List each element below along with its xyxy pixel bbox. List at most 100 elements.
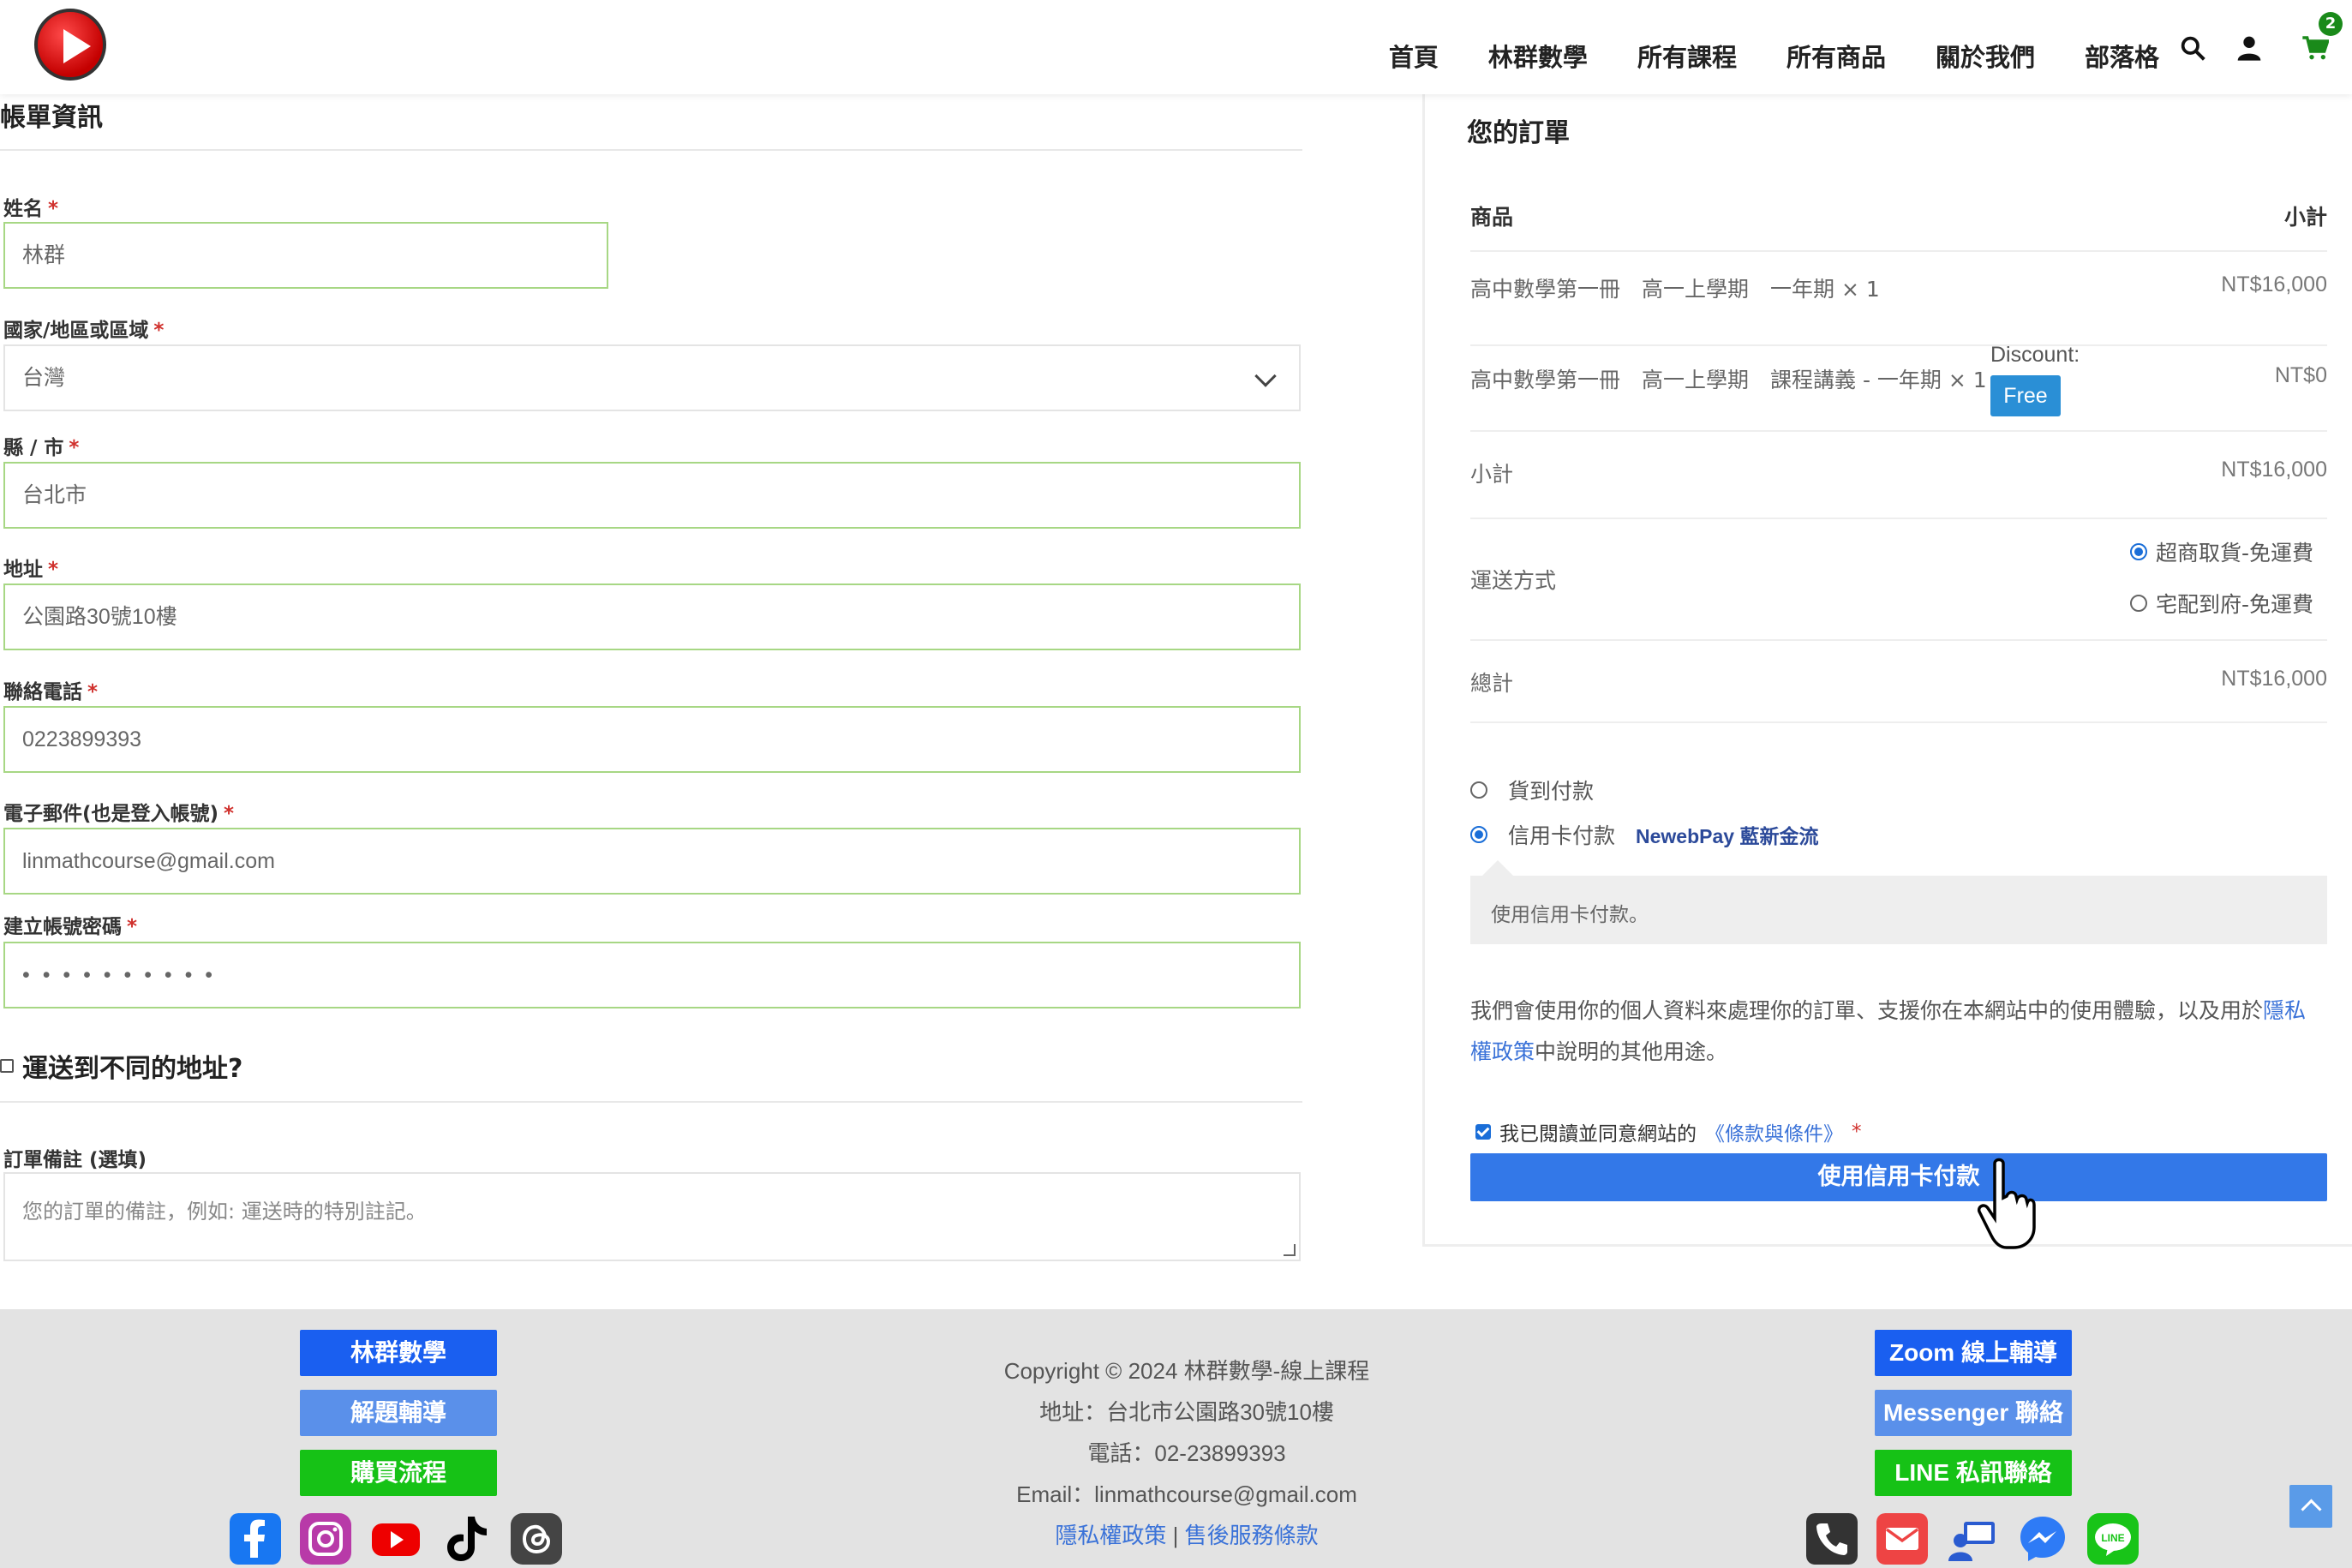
privacy-notice: 我們會使用你的個人資料來處理你的訂單、支援你在本網站中的使用體驗，以及用於隱私權…: [1470, 990, 2327, 1073]
city-label: 縣 / 市 *: [3, 431, 79, 460]
item-price: NT$16,000: [2221, 272, 2327, 296]
footer-service-link[interactable]: 售後服務條款: [1185, 1523, 1319, 1548]
terms-link[interactable]: 《條款與條件》: [1705, 1117, 1843, 1146]
footer-privacy-link[interactable]: 隱私權政策: [1055, 1523, 1166, 1548]
radio-unselected[interactable]: [2129, 595, 2147, 612]
footer-btn-tutoring[interactable]: 解題輔導: [300, 1390, 497, 1436]
site-header: 首頁 林群數學 所有課程 所有商品 關於我們 部落格 2: [0, 0, 2352, 94]
video-call-icon[interactable]: [1947, 1513, 1998, 1565]
copyright: Copyright © 2024 林群數學-線上課程: [1003, 1358, 1370, 1384]
free-badge: Free: [1990, 375, 2061, 416]
youtube-icon[interactable]: [370, 1513, 422, 1565]
site-logo[interactable]: [34, 9, 106, 81]
nav-linmath[interactable]: 林群數學: [1488, 38, 1588, 74]
main-nav: 首頁 林群數學 所有課程 所有商品 關於我們 部落格: [1389, 38, 2159, 74]
nav-products[interactable]: 所有商品: [1786, 38, 1886, 74]
privacy-text: 中說明的其他用途。: [1535, 1039, 1728, 1064]
nav-home[interactable]: 首頁: [1389, 38, 1439, 74]
terms-agreement[interactable]: 我已閱讀並同意網站的 《條款與條件》 *: [1475, 1117, 1862, 1146]
shipping-option-home[interactable]: 宅配到府-免運費: [2129, 588, 2313, 619]
ship-different-label: 運送到不同的地址?: [22, 1054, 243, 1084]
shipping-label: 運送方式: [1470, 568, 1557, 593]
name-label: 姓名 *: [3, 192, 58, 221]
svg-text:LINE: LINE: [2101, 1532, 2124, 1544]
privacy-text: 我們會使用你的個人資料來處理你的訂單、支援你在本網站中的使用體驗，以及用於: [1470, 998, 2264, 1023]
separator: |: [1172, 1523, 1179, 1548]
password-label-text: 建立帳號密碼: [3, 916, 122, 938]
footer-btn-purchase-flow[interactable]: 購買流程: [300, 1450, 497, 1496]
city-label-text: 縣 / 市: [3, 437, 64, 459]
order-item-row: 高中數學第一冊 高一上學期 一年期 × 1 NT$16,000: [1470, 252, 2327, 346]
order-table-header: 商品 小計: [1470, 189, 2327, 252]
required-mark: *: [48, 559, 59, 581]
resize-handle[interactable]: [1284, 1244, 1296, 1256]
notes-label: 訂單備註 (選填): [3, 1149, 147, 1171]
scroll-to-top-button[interactable]: [2289, 1485, 2332, 1528]
ship-different-address[interactable]: 運送到不同的地址?: [0, 1047, 242, 1085]
discount-label: Discount:: [1990, 343, 2080, 367]
footer-btn-line[interactable]: LINE 私訊聯絡: [1875, 1450, 2072, 1496]
newebpay-logo: NewebPay 藍新金流: [1636, 825, 1819, 847]
nav-blog[interactable]: 部落格: [2085, 38, 2159, 74]
country-select[interactable]: 台灣: [3, 344, 1301, 411]
tiktok-icon[interactable]: [440, 1513, 492, 1565]
order-notes-textarea[interactable]: 您的訂單的備註，例如: 運送時的特別註記。: [3, 1172, 1301, 1261]
threads-icon[interactable]: [511, 1513, 562, 1565]
payment-cod-label: 貨到付款: [1508, 779, 1595, 804]
hand-cursor-icon: [1977, 1158, 2036, 1249]
email-label-text: 電子郵件(也是登入帳號): [3, 803, 219, 825]
nav-courses[interactable]: 所有課程: [1637, 38, 1737, 74]
payment-card-option[interactable]: 信用卡付款 NewebPay 藍新金流: [1470, 819, 1818, 850]
order-item-row: 高中數學第一冊 高一上學期 課程講義 - 一年期 × 1 NT$0: [1470, 346, 2327, 432]
shipping-option-label: 宅配到府-免運費: [2155, 592, 2313, 617]
email-field[interactable]: linmathcourse@gmail.com: [3, 828, 1301, 895]
cart-icon[interactable]: [2301, 34, 2329, 62]
required-mark: *: [127, 916, 138, 938]
footer-address: 地址：台北市公園路30號10樓: [1039, 1399, 1334, 1425]
shipping-option-cvs[interactable]: 超商取貨-免運費: [2129, 536, 2313, 567]
total-value: NT$16,000: [2221, 667, 2327, 691]
footer-btn-messenger[interactable]: Messenger 聯絡: [1875, 1390, 2072, 1436]
footer-info: Copyright © 2024 林群數學-線上課程 地址：台北市公園路30號1…: [917, 1350, 1457, 1556]
address-label: 地址 *: [3, 553, 58, 582]
chevron-down-icon: [1254, 365, 1277, 387]
account-icon[interactable]: [2235, 34, 2263, 62]
city-field[interactable]: 台北市: [3, 462, 1301, 529]
country-label: 國家/地區或區域 *: [3, 314, 164, 343]
footer-btn-zoom[interactable]: Zoom 線上輔導: [1875, 1330, 2072, 1376]
play-icon: [63, 29, 91, 63]
subtotal-row: 小計 NT$16,000: [1470, 432, 2327, 519]
place-order-button[interactable]: 使用信用卡付款: [1470, 1153, 2327, 1201]
messenger-icon[interactable]: [2017, 1513, 2068, 1565]
ship-different-checkbox[interactable]: [0, 1059, 14, 1073]
name-label-text: 姓名: [3, 198, 43, 220]
address-field[interactable]: 公園路30號10樓: [3, 584, 1301, 650]
radio-unselected[interactable]: [1470, 781, 1487, 799]
notes-placeholder: 您的訂單的備註，例如: 運送時的特別註記。: [22, 1200, 427, 1224]
phone-icon[interactable]: [1806, 1513, 1858, 1565]
facebook-icon[interactable]: [230, 1513, 281, 1565]
radio-selected[interactable]: [2129, 543, 2147, 560]
terms-checkbox[interactable]: [1475, 1124, 1491, 1140]
payment-cod-option[interactable]: 貨到付款: [1470, 775, 1594, 805]
mail-icon[interactable]: [1876, 1513, 1928, 1565]
required-mark: *: [87, 681, 99, 703]
required-mark: *: [153, 320, 165, 342]
footer-email: Email：linmathcourse@gmail.com: [1016, 1481, 1357, 1507]
email-label: 電子郵件(也是登入帳號) *: [3, 797, 234, 826]
phone-field[interactable]: 0223899393: [3, 706, 1301, 773]
password-field[interactable]: • • • • • • • • • •: [3, 942, 1301, 1008]
required-mark: *: [1852, 1121, 1862, 1143]
line-icon[interactable]: LINE: [2087, 1513, 2139, 1565]
pay-desc-arrow: [1482, 860, 1513, 876]
shipping-option-label: 超商取貨-免運費: [2155, 541, 2313, 566]
nav-about[interactable]: 關於我們: [1936, 38, 2035, 74]
terms-text: 我已閱讀並同意網站的: [1499, 1123, 1697, 1146]
password-label: 建立帳號密碼 *: [3, 910, 137, 939]
footer-btn-linmath[interactable]: 林群數學: [300, 1330, 497, 1376]
name-field[interactable]: 林群: [3, 222, 608, 289]
divider: [0, 149, 1302, 151]
radio-selected[interactable]: [1470, 826, 1487, 843]
instagram-icon[interactable]: [300, 1513, 351, 1565]
search-icon[interactable]: [2179, 34, 2206, 62]
